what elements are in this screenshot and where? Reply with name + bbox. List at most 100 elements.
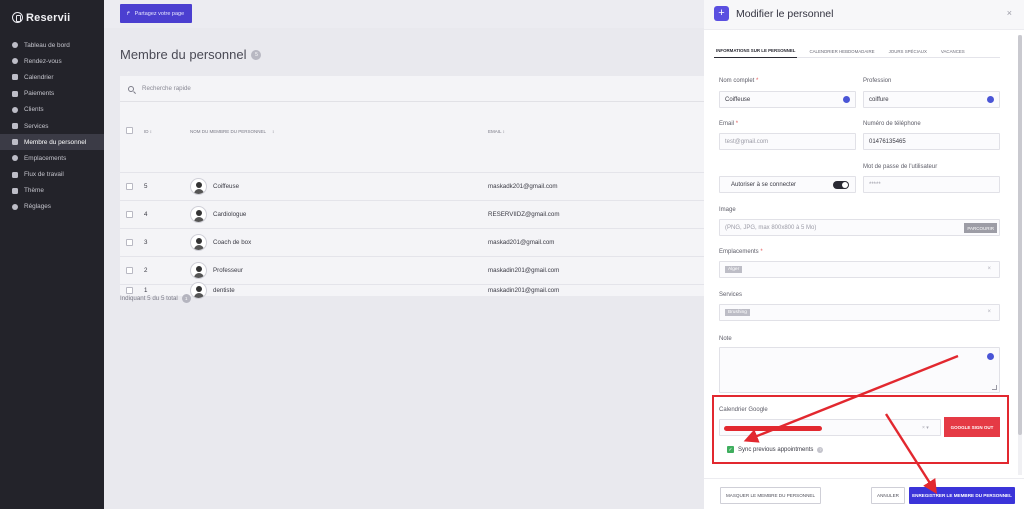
allow-login-field: Autoriser à se connecter bbox=[719, 176, 856, 193]
app-logo[interactable]: Reservii bbox=[0, 0, 104, 27]
resize-handle[interactable] bbox=[992, 385, 997, 390]
page-badge[interactable]: 1 bbox=[181, 294, 191, 303]
hide-staff-button[interactable]: Masquer le membre du personnel bbox=[720, 487, 821, 504]
sync-previous-option[interactable]: ✓ Sync previous appointments ? bbox=[727, 446, 824, 453]
table-row[interactable]: 4 Cardiologue RESERVIIDZ@gmail.com bbox=[120, 200, 708, 228]
locations-label-text: Emplacements bbox=[719, 249, 759, 255]
workflow-icon bbox=[12, 171, 18, 178]
table-row[interactable]: 3 Coach de box maskad201@gmail.com bbox=[120, 228, 708, 256]
row-name: Coiffeuse bbox=[213, 183, 240, 190]
full-name-field[interactable]: Coiffeuse bbox=[719, 91, 856, 108]
image-upload-field[interactable]: (PNG, JPG, max 800x800 à 5 Mo) PARCOURIR bbox=[719, 219, 1000, 236]
browse-button[interactable]: PARCOURIR bbox=[964, 223, 997, 233]
table-row[interactable]: 1 dentiste maskadin201@gmail.com bbox=[120, 282, 708, 299]
row-checkbox[interactable] bbox=[126, 183, 133, 190]
sidebar-item-rendez-vous[interactable]: Rendez-vous bbox=[0, 53, 104, 69]
select-clear-chevron[interactable]: × ▾ bbox=[922, 425, 929, 431]
scrollbar-thumb[interactable] bbox=[1018, 35, 1022, 435]
cancel-button[interactable]: Annuler bbox=[871, 487, 905, 504]
tab-staff-info[interactable]: Informations sur le personnel bbox=[714, 44, 798, 58]
table-row[interactable]: 5 Coiffeuse maskadk201@gmail.com bbox=[120, 172, 708, 200]
sidebar-item-services[interactable]: Services bbox=[0, 118, 104, 134]
full-name-label: Nom complet * bbox=[719, 78, 759, 84]
sidebar-item-membre-du-personnel[interactable]: Membre du personnel bbox=[0, 134, 104, 151]
location-chip[interactable]: Alger bbox=[725, 266, 743, 273]
select-all-checkbox[interactable] bbox=[126, 127, 133, 134]
column-name[interactable]: Nom du membre du personnel ↕ bbox=[190, 129, 274, 134]
globe-icon[interactable] bbox=[843, 96, 850, 103]
tab-weekly-calendar[interactable]: Calendrier hebdomadaire bbox=[807, 44, 876, 58]
row-name-cell: Coiffeuse bbox=[190, 178, 239, 195]
allow-login-label: Autoriser à se connecter bbox=[731, 181, 797, 188]
avatar bbox=[190, 178, 207, 195]
row-checkbox[interactable] bbox=[126, 211, 133, 218]
column-email-label: Email bbox=[488, 128, 502, 134]
profession-field[interactable]: coiffure bbox=[863, 91, 1000, 108]
avatar bbox=[190, 234, 207, 251]
sidebar-item-clients[interactable]: Clients bbox=[0, 102, 104, 118]
tab-special-days[interactable]: Jours spéciaux bbox=[887, 44, 929, 58]
row-checkbox[interactable] bbox=[126, 287, 133, 294]
sidebar-item-label: Emplacements bbox=[24, 154, 67, 162]
globe-icon[interactable] bbox=[987, 96, 994, 103]
users-icon bbox=[12, 106, 18, 113]
clear-icon[interactable]: × bbox=[987, 266, 991, 272]
tab-vacations[interactable]: Vacances bbox=[939, 44, 967, 58]
note-textarea[interactable] bbox=[719, 347, 1000, 393]
avatar bbox=[190, 206, 207, 223]
sidebar-nav: Tableau de bord Rendez-vous Calendrier P… bbox=[0, 37, 104, 215]
phone-value: 01476135465 bbox=[869, 138, 906, 145]
sync-checkbox[interactable]: ✓ bbox=[727, 446, 734, 453]
row-name-cell: Professeur bbox=[190, 262, 243, 279]
allow-login-toggle[interactable] bbox=[833, 181, 849, 189]
avatar bbox=[190, 262, 207, 279]
row-id: 5 bbox=[144, 183, 148, 190]
phone-field[interactable]: 01476135465 bbox=[863, 133, 1000, 150]
share-page-label: Partagez votre page bbox=[134, 10, 185, 17]
redacted-account-mark bbox=[724, 426, 822, 431]
staff-table-card: Recherche rapide ID ↕ Nom du membre du p… bbox=[120, 76, 708, 299]
column-email[interactable]: Email ↕ bbox=[488, 129, 505, 134]
google-sign-out-button[interactable]: Google sign out bbox=[944, 417, 1000, 437]
help-icon[interactable]: ? bbox=[817, 446, 824, 453]
save-staff-button[interactable]: Enregistrer le membre du personnel bbox=[909, 487, 1015, 504]
quick-search[interactable]: Recherche rapide bbox=[120, 76, 708, 102]
row-checkbox[interactable] bbox=[126, 239, 133, 246]
sidebar-item-label: Réglages bbox=[24, 203, 52, 211]
payment-icon bbox=[12, 90, 18, 97]
dashboard-icon bbox=[12, 42, 18, 49]
app-name: Reservii bbox=[26, 11, 71, 24]
profession-label: Profession bbox=[863, 78, 892, 84]
modal-title: Modifier le personnel bbox=[736, 8, 834, 20]
calendar-icon bbox=[12, 74, 18, 81]
service-chip[interactable]: Brushing bbox=[725, 309, 750, 316]
clear-icon[interactable]: × bbox=[987, 309, 991, 315]
sidebar-item-reglages[interactable]: Réglages bbox=[0, 199, 104, 215]
search-input[interactable]: Recherche rapide bbox=[142, 85, 191, 92]
main-content: Membre du personnel 5 Recherche rapide I… bbox=[104, 28, 708, 509]
modal-scrollbar[interactable] bbox=[1018, 35, 1022, 475]
sidebar-item-emplacements[interactable]: Emplacements bbox=[0, 150, 104, 166]
sidebar-item-label: Clients bbox=[24, 106, 44, 114]
staff-icon bbox=[12, 139, 18, 146]
email-field[interactable]: test@gmail.com bbox=[719, 133, 856, 150]
row-checkbox[interactable] bbox=[126, 267, 133, 274]
table-row[interactable]: 2 Professeur maskadin201@gmail.com bbox=[120, 256, 708, 284]
globe-icon[interactable] bbox=[987, 353, 994, 360]
password-field[interactable]: ***** bbox=[863, 176, 1000, 193]
password-label: Mot de passe de l'utilisateur bbox=[863, 164, 938, 170]
sidebar-item-paiements[interactable]: Paiements bbox=[0, 86, 104, 102]
column-id[interactable]: ID ↕ bbox=[144, 129, 152, 134]
sidebar-item-theme[interactable]: Thème bbox=[0, 183, 104, 199]
services-select[interactable]: Brushing × bbox=[719, 304, 1000, 321]
share-page-button[interactable]: ↱ Partagez votre page bbox=[120, 4, 192, 23]
close-icon[interactable]: × bbox=[1007, 8, 1012, 18]
sidebar-item-calendrier[interactable]: Calendrier bbox=[0, 69, 104, 85]
email-label-text: Email bbox=[719, 121, 735, 127]
pagination-text: Indiquant 5 du 5 total bbox=[120, 295, 178, 302]
sidebar-item-flux-de-travail[interactable]: Flux de travail bbox=[0, 167, 104, 183]
row-id: 1 bbox=[144, 287, 148, 294]
locations-select[interactable]: Alger × bbox=[719, 261, 1000, 278]
row-email: maskadk201@gmail.com bbox=[488, 183, 558, 190]
sidebar-item-tableau-de-bord[interactable]: Tableau de bord bbox=[0, 37, 104, 53]
